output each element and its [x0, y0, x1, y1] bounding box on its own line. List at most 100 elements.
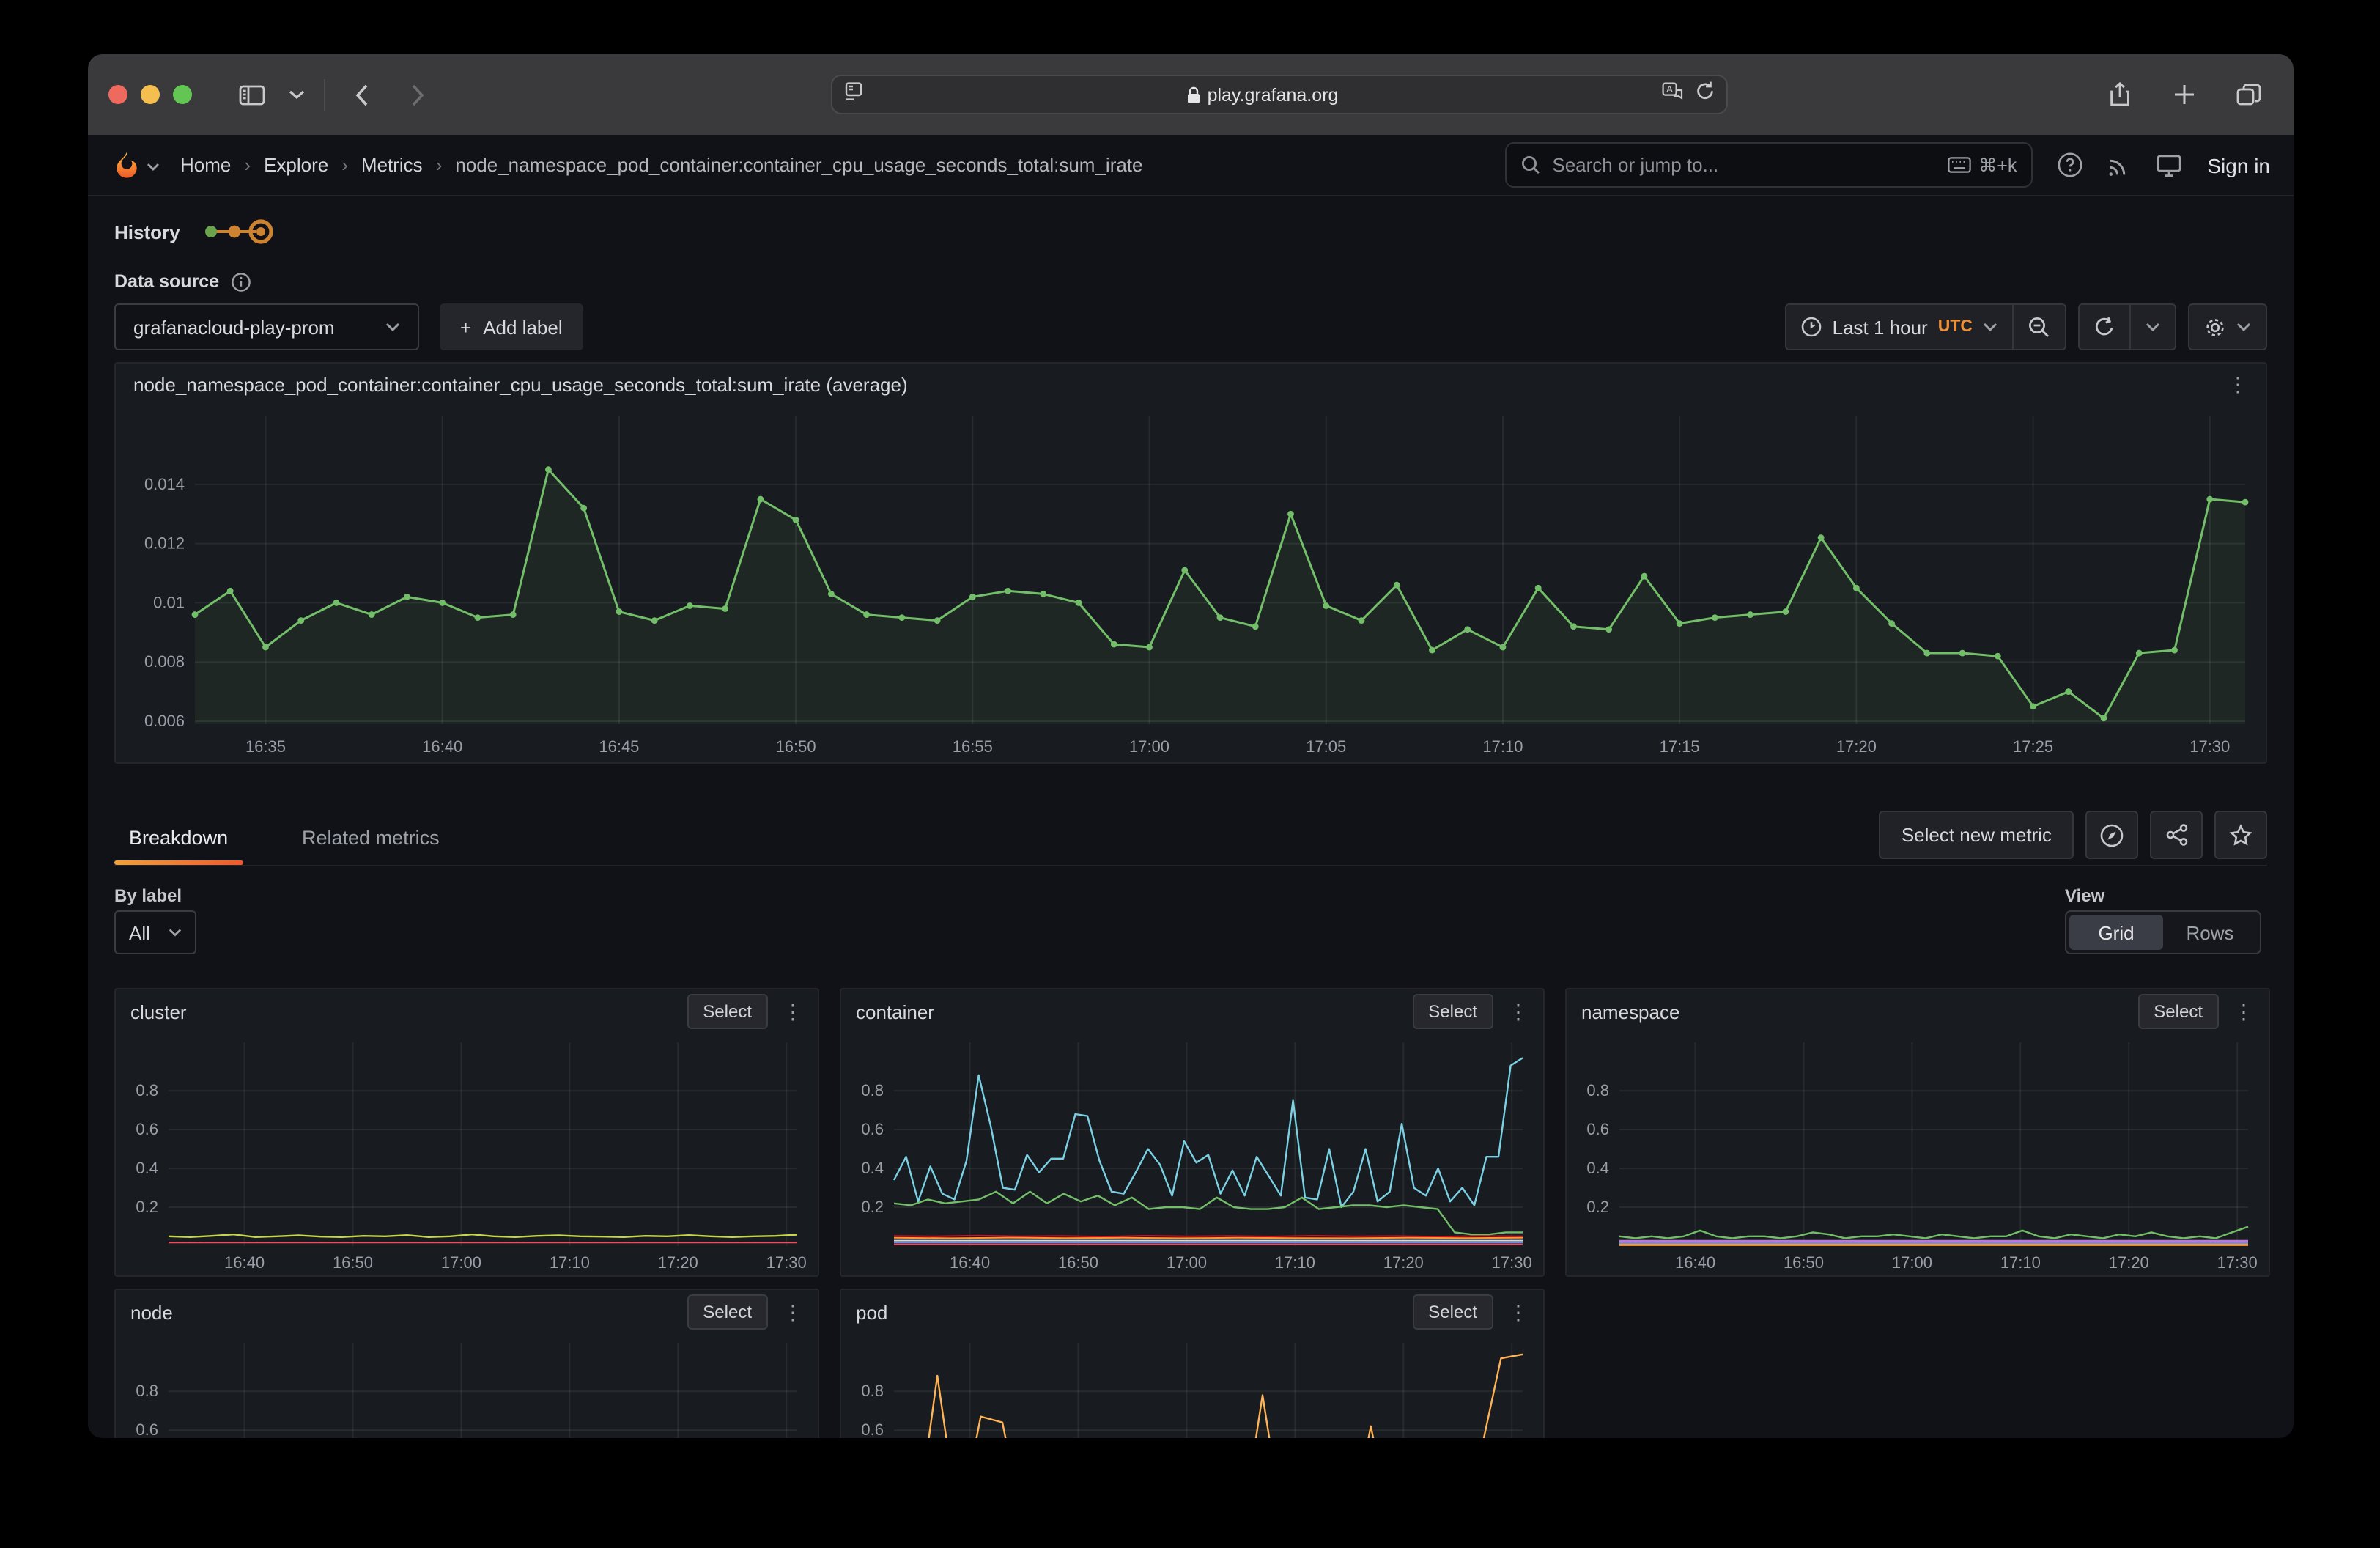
help-icon[interactable]: [2058, 152, 2082, 177]
datasource-label: Data source: [114, 271, 219, 292]
node-chart[interactable]: 16:4016:5017:0017:1017:2017:300.20.40.60…: [125, 1334, 809, 1438]
panel-title: container: [856, 1000, 934, 1022]
panel-menu-icon[interactable]: ⋮: [2228, 372, 2248, 397]
breadcrumb-explore[interactable]: Explore: [264, 154, 328, 176]
sign-in-button[interactable]: Sign in: [2207, 153, 2270, 177]
breadcrumb-metrics[interactable]: Metrics: [361, 154, 423, 176]
reader-view-icon[interactable]: [844, 81, 863, 108]
panel-menu-icon[interactable]: ⋮: [1508, 1300, 1529, 1324]
svg-text:17:00: 17:00: [441, 1253, 481, 1272]
svg-text:0.8: 0.8: [1586, 1081, 1609, 1099]
share-icon[interactable]: [2097, 75, 2141, 113]
search-input[interactable]: Search or jump to... ⌘+k: [1505, 142, 2033, 188]
svg-text:16:55: 16:55: [953, 737, 993, 756]
tab-breakdown[interactable]: Breakdown: [114, 811, 243, 865]
breadcrumb-separator: ›: [436, 154, 443, 176]
breadcrumb-home[interactable]: Home: [180, 154, 231, 176]
breakdown-panel-container: container Select ⋮ 16:4016:5017:0017:101…: [840, 988, 1545, 1277]
forward-icon[interactable]: [396, 75, 440, 114]
bookmark-star-button[interactable]: [2214, 811, 2267, 859]
share-alt-icon: [2165, 824, 2187, 846]
explore-button[interactable]: [2085, 811, 2138, 859]
url-text: play.grafana.org: [863, 84, 1662, 105]
svg-text:17:20: 17:20: [658, 1253, 698, 1272]
view-rows-option[interactable]: Rows: [2163, 915, 2257, 950]
select-button[interactable]: Select: [1412, 1294, 1493, 1330]
grafana-logo[interactable]: [111, 149, 142, 181]
org-switcher-chevron-icon[interactable]: [147, 152, 160, 178]
chevron-down-icon: [2146, 322, 2160, 331]
news-rss-icon[interactable]: [2107, 153, 2131, 177]
history-steps[interactable]: [201, 217, 277, 246]
refresh-group: [2078, 303, 2176, 350]
svg-text:A: A: [1666, 83, 1673, 94]
pod-chart[interactable]: 16:4016:5017:0017:1017:2017:300.20.40.60…: [850, 1334, 1534, 1438]
tab-group-chevron-icon[interactable]: [274, 75, 318, 114]
view-toggle: Grid Rows: [2065, 910, 2261, 954]
panel-menu-icon[interactable]: ⋮: [2233, 999, 2254, 1024]
main-metric-panel: node_namespace_pod_container:container_c…: [114, 362, 2267, 764]
time-range-picker[interactable]: Last 1 hour UTC: [1787, 305, 2012, 349]
add-label-button[interactable]: + Add label: [440, 303, 583, 350]
svg-text:17:20: 17:20: [1383, 1253, 1424, 1272]
panel-menu-icon[interactable]: ⋮: [1508, 999, 1529, 1024]
namespace-chart[interactable]: 16:4016:5017:0017:1017:2017:300.20.40.60…: [1575, 1033, 2260, 1275]
view-grid-option[interactable]: Grid: [2069, 915, 2163, 950]
breadcrumb: Home › Explore › Metrics › node_namespac…: [180, 154, 1143, 176]
share-metric-button[interactable]: [2150, 811, 2203, 859]
svg-text:0.01: 0.01: [153, 593, 185, 611]
breakdown-panel-cluster: cluster Select ⋮ 16:4016:5017:0017:1017:…: [114, 988, 819, 1277]
time-range-label: Last 1 hour: [1833, 316, 1928, 338]
main-metric-chart[interactable]: 16:3516:4016:4516:5016:5517:0017:0517:10…: [128, 405, 2254, 759]
select-button[interactable]: Select: [1412, 994, 1493, 1029]
tab-overview-icon[interactable]: [2226, 75, 2270, 113]
tab-related-metrics[interactable]: Related metrics: [287, 811, 454, 865]
container-chart[interactable]: 16:4016:5017:0017:1017:2017:300.20.40.60…: [850, 1033, 1534, 1275]
datasource-value: grafanacloud-play-prom: [133, 316, 335, 338]
refresh-interval-dropdown[interactable]: [2129, 305, 2175, 349]
address-bar[interactable]: play.grafana.org A: [831, 75, 1728, 114]
panel-title: cluster: [130, 1000, 187, 1022]
cluster-chart[interactable]: 16:4016:5017:0017:1017:2017:300.20.40.60…: [125, 1033, 809, 1275]
svg-text:16:50: 16:50: [776, 737, 816, 756]
breakdown-panel-namespace: namespace Select ⋮ 16:4016:5017:0017:101…: [1565, 988, 2270, 1277]
panel-menu-icon[interactable]: ⋮: [783, 999, 803, 1024]
new-tab-icon[interactable]: [2162, 75, 2206, 113]
svg-text:16:40: 16:40: [224, 1253, 265, 1272]
svg-text:16:40: 16:40: [422, 737, 462, 756]
back-icon[interactable]: [340, 75, 384, 114]
svg-text:0.2: 0.2: [1586, 1198, 1609, 1216]
history-label[interactable]: History: [114, 221, 180, 243]
zoom-out-time-button[interactable]: [2012, 305, 2065, 349]
settings-group: [2188, 303, 2267, 350]
search-shortcut: ⌘+k: [1948, 154, 2017, 176]
select-button[interactable]: Select: [687, 1294, 768, 1330]
svg-text:17:00: 17:00: [1167, 1253, 1207, 1272]
panel-menu-icon[interactable]: ⋮: [783, 1300, 803, 1324]
settings-button[interactable]: [2189, 305, 2266, 349]
panel-header: cluster Select ⋮: [116, 989, 818, 1033]
by-label-select[interactable]: All: [114, 910, 196, 954]
svg-text:17:00: 17:00: [1129, 737, 1169, 756]
svg-text:0.6: 0.6: [861, 1420, 884, 1438]
select-new-metric-button[interactable]: Select new metric: [1880, 811, 2074, 859]
datasource-select[interactable]: grafanacloud-play-prom: [114, 303, 419, 350]
monitor-icon[interactable]: [2156, 153, 2182, 177]
svg-text:0.2: 0.2: [861, 1198, 884, 1216]
reload-icon[interactable]: [1696, 81, 1715, 108]
select-button[interactable]: Select: [2137, 994, 2219, 1029]
svg-text:16:45: 16:45: [599, 737, 639, 756]
svg-text:16:40: 16:40: [1675, 1253, 1715, 1272]
svg-text:16:50: 16:50: [1058, 1253, 1098, 1272]
translate-icon[interactable]: A: [1662, 81, 1684, 108]
zoom-window-button[interactable]: [173, 85, 192, 104]
timezone-label: UTC: [1938, 318, 1973, 336]
refresh-button[interactable]: [2080, 305, 2129, 349]
info-icon[interactable]: [231, 272, 250, 291]
close-window-button[interactable]: [108, 85, 128, 104]
titlebar-right-buttons: [2097, 75, 2270, 113]
time-picker-group: Last 1 hour UTC: [1786, 303, 2066, 350]
select-button[interactable]: Select: [687, 994, 768, 1029]
minimize-window-button[interactable]: [141, 85, 160, 104]
sidebar-toggle-icon[interactable]: [230, 75, 274, 114]
